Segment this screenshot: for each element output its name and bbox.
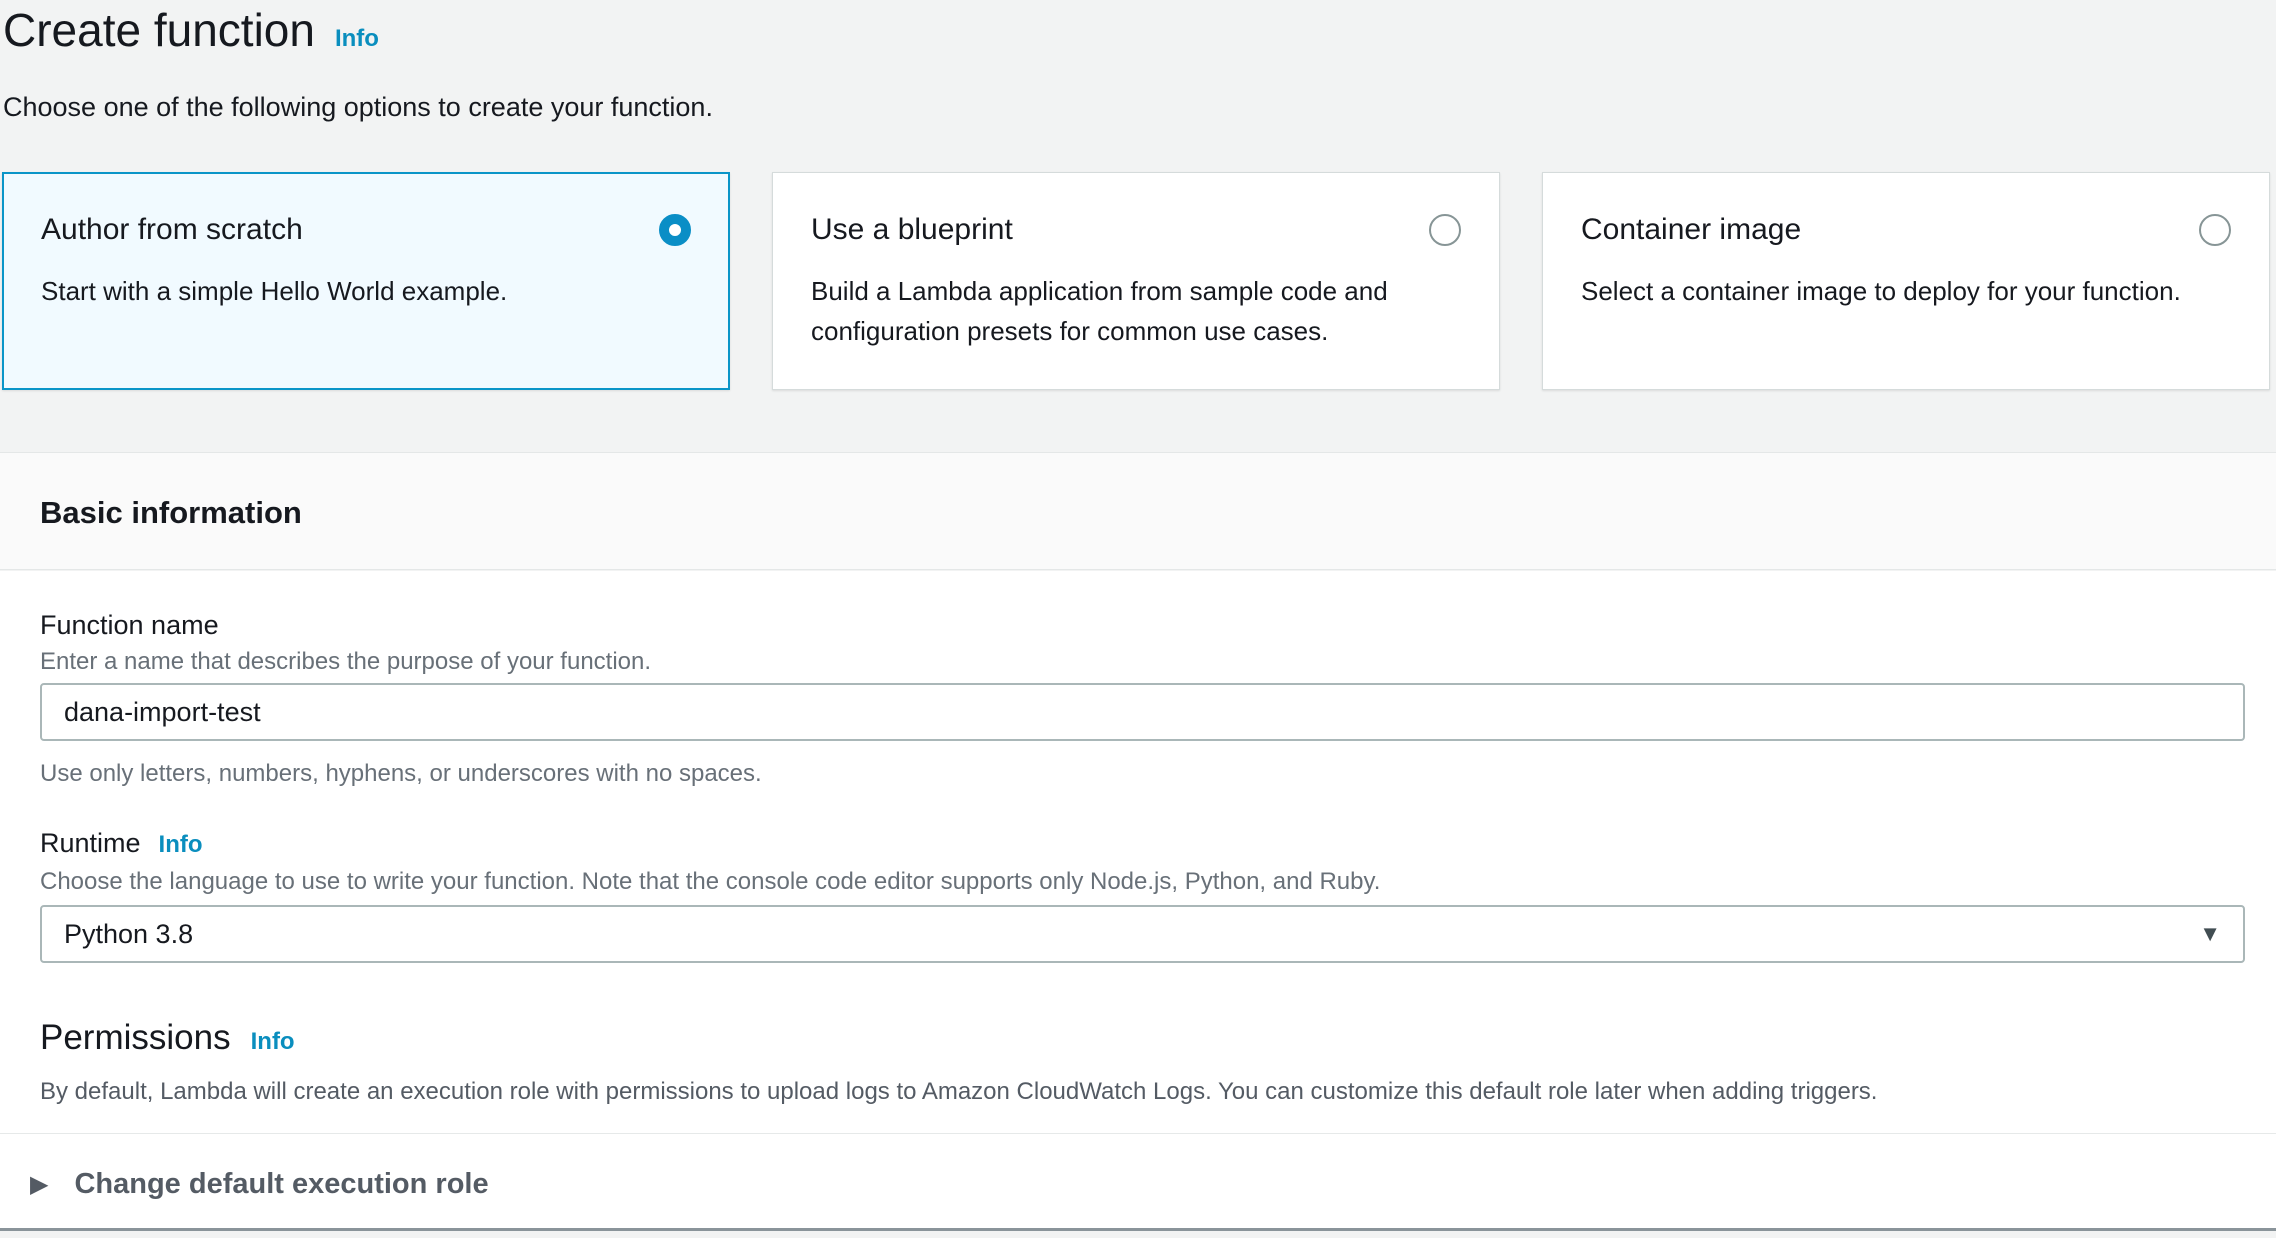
permissions-heading: Permissions <box>40 1018 231 1058</box>
runtime-selected-value: Python 3.8 <box>64 919 193 950</box>
expander-label: Change default execution role <box>74 1168 488 1201</box>
page-subtitle: Choose one of the following options to c… <box>3 92 713 123</box>
runtime-select[interactable]: Python 3.8 ▼ <box>40 905 2245 963</box>
card-description: Start with a simple Hello World example. <box>41 271 681 311</box>
page-title: Create function <box>3 2 315 58</box>
runtime-label-row: Runtime Info <box>40 828 203 859</box>
permissions-info-link[interactable]: Info <box>251 1028 295 1056</box>
runtime-description: Choose the language to use to write your… <box>40 868 1380 896</box>
card-title: Use a blueprint <box>811 213 1013 247</box>
page-title-info-link[interactable]: Info <box>335 25 379 53</box>
radio-author-from-scratch[interactable] <box>659 214 691 246</box>
basic-information-header: Basic information <box>0 452 2276 570</box>
card-use-a-blueprint[interactable]: Use a blueprint Build a Lambda applicati… <box>772 172 1500 390</box>
basic-information-heading: Basic information <box>40 495 302 531</box>
creation-options-row: Author from scratch Start with a simple … <box>2 172 2270 390</box>
card-description: Select a container image to deploy for y… <box>1581 271 2221 311</box>
radio-container-image[interactable] <box>2199 214 2231 246</box>
runtime-info-link[interactable]: Info <box>159 831 203 859</box>
page-header: Create function Info <box>3 2 379 58</box>
card-description: Build a Lambda application from sample c… <box>811 271 1451 351</box>
change-default-execution-role-expander[interactable]: ▶ Change default execution role <box>30 1168 489 1201</box>
function-name-description: Enter a name that describes the purpose … <box>40 648 651 676</box>
runtime-label: Runtime <box>40 828 141 859</box>
card-title: Author from scratch <box>41 213 303 247</box>
card-title: Container image <box>1581 213 1801 247</box>
card-author-from-scratch[interactable]: Author from scratch Start with a simple … <box>2 172 730 390</box>
function-name-label: Function name <box>40 610 219 641</box>
permissions-description: By default, Lambda will create an execut… <box>40 1078 1877 1106</box>
function-name-input[interactable] <box>40 683 2245 741</box>
bottom-strip <box>0 1231 2276 1238</box>
permissions-heading-row: Permissions Info <box>40 1018 295 1058</box>
chevron-down-icon: ▼ <box>2199 921 2221 947</box>
card-container-image[interactable]: Container image Select a container image… <box>1542 172 2270 390</box>
caret-right-icon: ▶ <box>30 1170 48 1199</box>
permissions-divider <box>0 1133 2276 1134</box>
function-name-constraint: Use only letters, numbers, hyphens, or u… <box>40 760 762 788</box>
radio-use-a-blueprint[interactable] <box>1429 214 1461 246</box>
